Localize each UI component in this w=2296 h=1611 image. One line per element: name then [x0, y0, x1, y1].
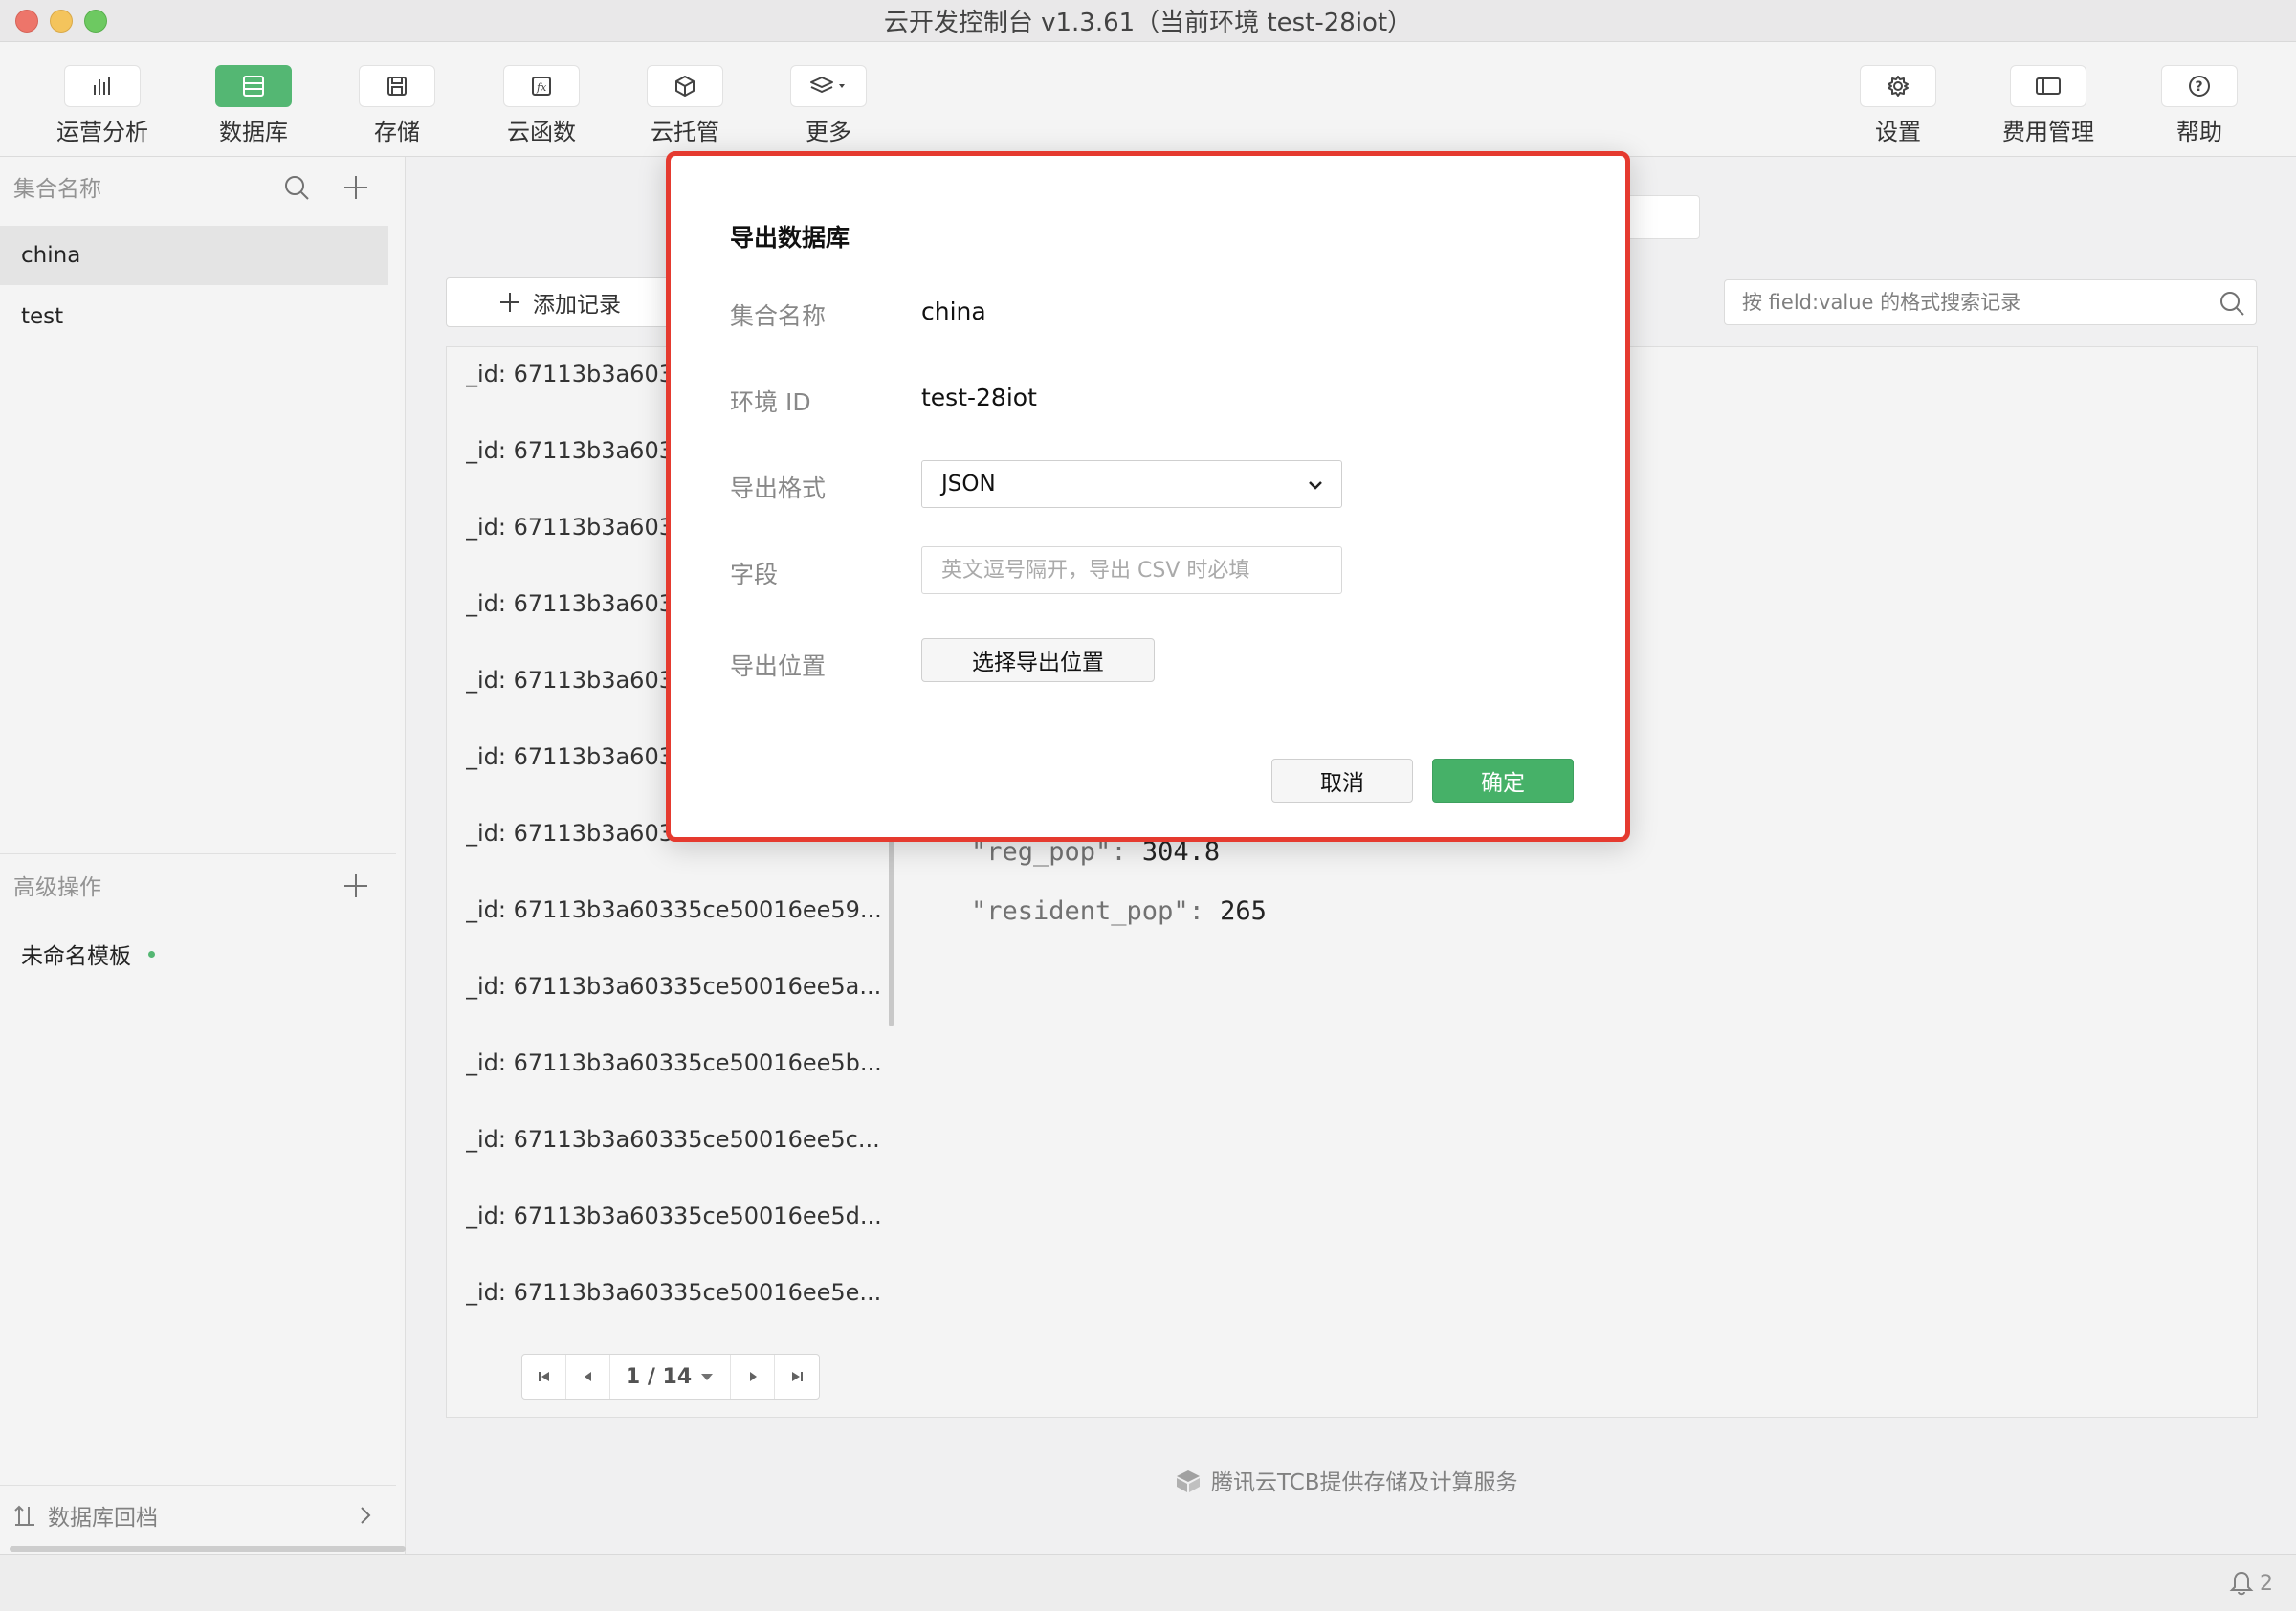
cancel-button[interactable]: 取消 [1271, 759, 1413, 803]
format-label: 导出格式 [730, 474, 827, 502]
export-database-dialog: 导出数据库 集合名称 china 环境 ID test-28iot 导出格式 J… [666, 151, 1630, 842]
format-select-value: JSON [941, 472, 996, 497]
export-location-label: 导出位置 [730, 652, 827, 680]
choose-location-button[interactable]: 选择导出位置 [921, 638, 1155, 682]
confirm-button[interactable]: 确定 [1432, 759, 1574, 803]
collection-value: china [921, 298, 986, 325]
chevron-down-icon [1309, 481, 1322, 490]
app-window: 云开发控制台 v1.3.61（当前环境 test-28iot） 运营分析 数据库… [0, 0, 2296, 1611]
format-select[interactable]: JSON [921, 460, 1342, 508]
fields-input[interactable] [921, 546, 1342, 594]
fields-label: 字段 [730, 561, 779, 588]
env-id-label: 环境 ID [730, 388, 811, 416]
env-id-value: test-28iot [921, 384, 1037, 411]
dialog-title: 导出数据库 [730, 224, 850, 252]
collection-label: 集合名称 [730, 302, 827, 330]
